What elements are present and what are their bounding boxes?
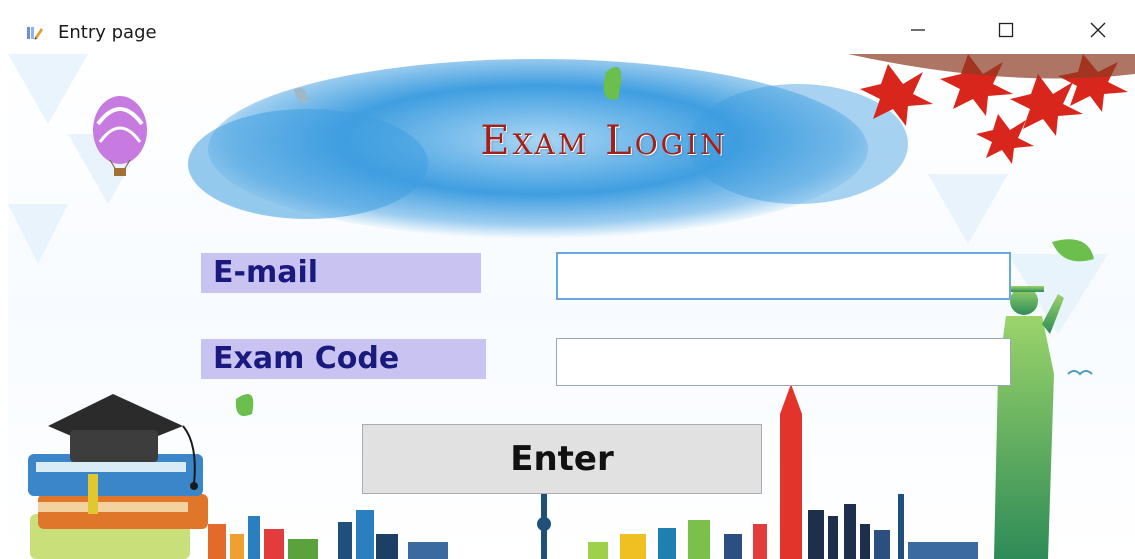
enter-button[interactable]: Enter <box>362 424 762 494</box>
books-graduation-cap <box>28 394 208 559</box>
login-panel: Exam Login E-mail Exam Code Enter <box>8 54 1135 559</box>
minimize-icon <box>910 22 926 38</box>
close-button[interactable] <box>1075 10 1121 50</box>
graduate-silhouette <box>994 286 1064 559</box>
maximize-icon <box>998 22 1014 38</box>
leaf-shape <box>603 66 622 100</box>
exam-code-field[interactable] <box>556 338 1011 386</box>
email-field[interactable] <box>556 252 1011 300</box>
minimize-button[interactable] <box>895 10 941 50</box>
page-title: Exam Login <box>480 118 728 164</box>
window-title: Entry page <box>58 22 157 43</box>
form-app-icon <box>26 24 44 40</box>
exam-code-label: Exam Code <box>201 339 486 379</box>
title-bar: Entry page <box>0 0 1135 54</box>
close-icon <box>1090 22 1106 38</box>
maximize-button[interactable] <box>983 10 1029 50</box>
email-label: E-mail <box>201 253 481 293</box>
login-window: Entry page Exam Login E-mail Exam Code E… <box>0 0 1135 559</box>
